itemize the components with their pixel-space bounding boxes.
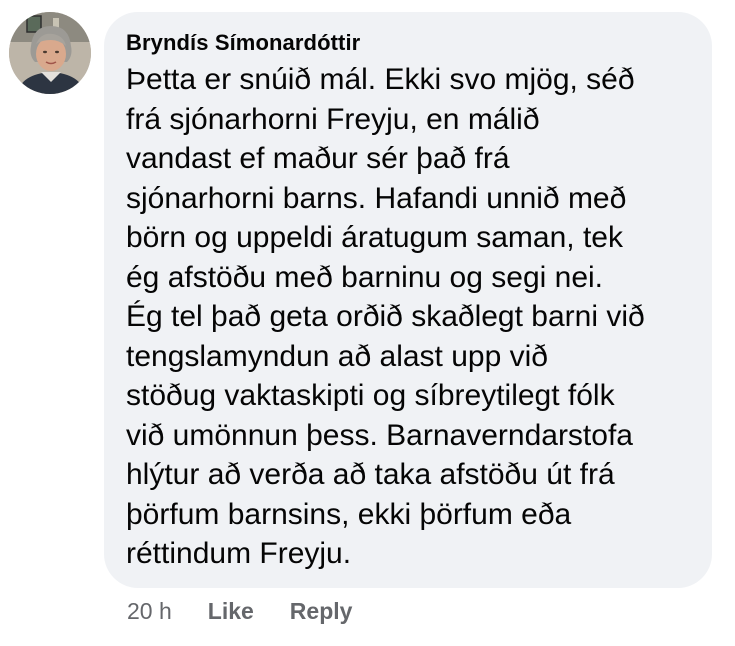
comment: Bryndís Símonardóttir Þetta er snúið mál… — [0, 0, 735, 646]
avatar-photo — [9, 12, 91, 94]
comment-author[interactable]: Bryndís Símonardóttir — [126, 28, 692, 58]
comment-bubble: Bryndís Símonardóttir Þetta er snúið mál… — [104, 12, 712, 588]
like-button[interactable]: Like — [208, 598, 254, 625]
reply-button[interactable]: Reply — [290, 598, 353, 625]
avatar[interactable] — [9, 12, 91, 94]
comment-timestamp[interactable]: 20 h — [127, 598, 172, 625]
comment-text: Þetta er snúið mál. Ekki svo mjög, séð f… — [126, 63, 645, 570]
comment-actions: 20 h Like Reply — [127, 596, 388, 626]
